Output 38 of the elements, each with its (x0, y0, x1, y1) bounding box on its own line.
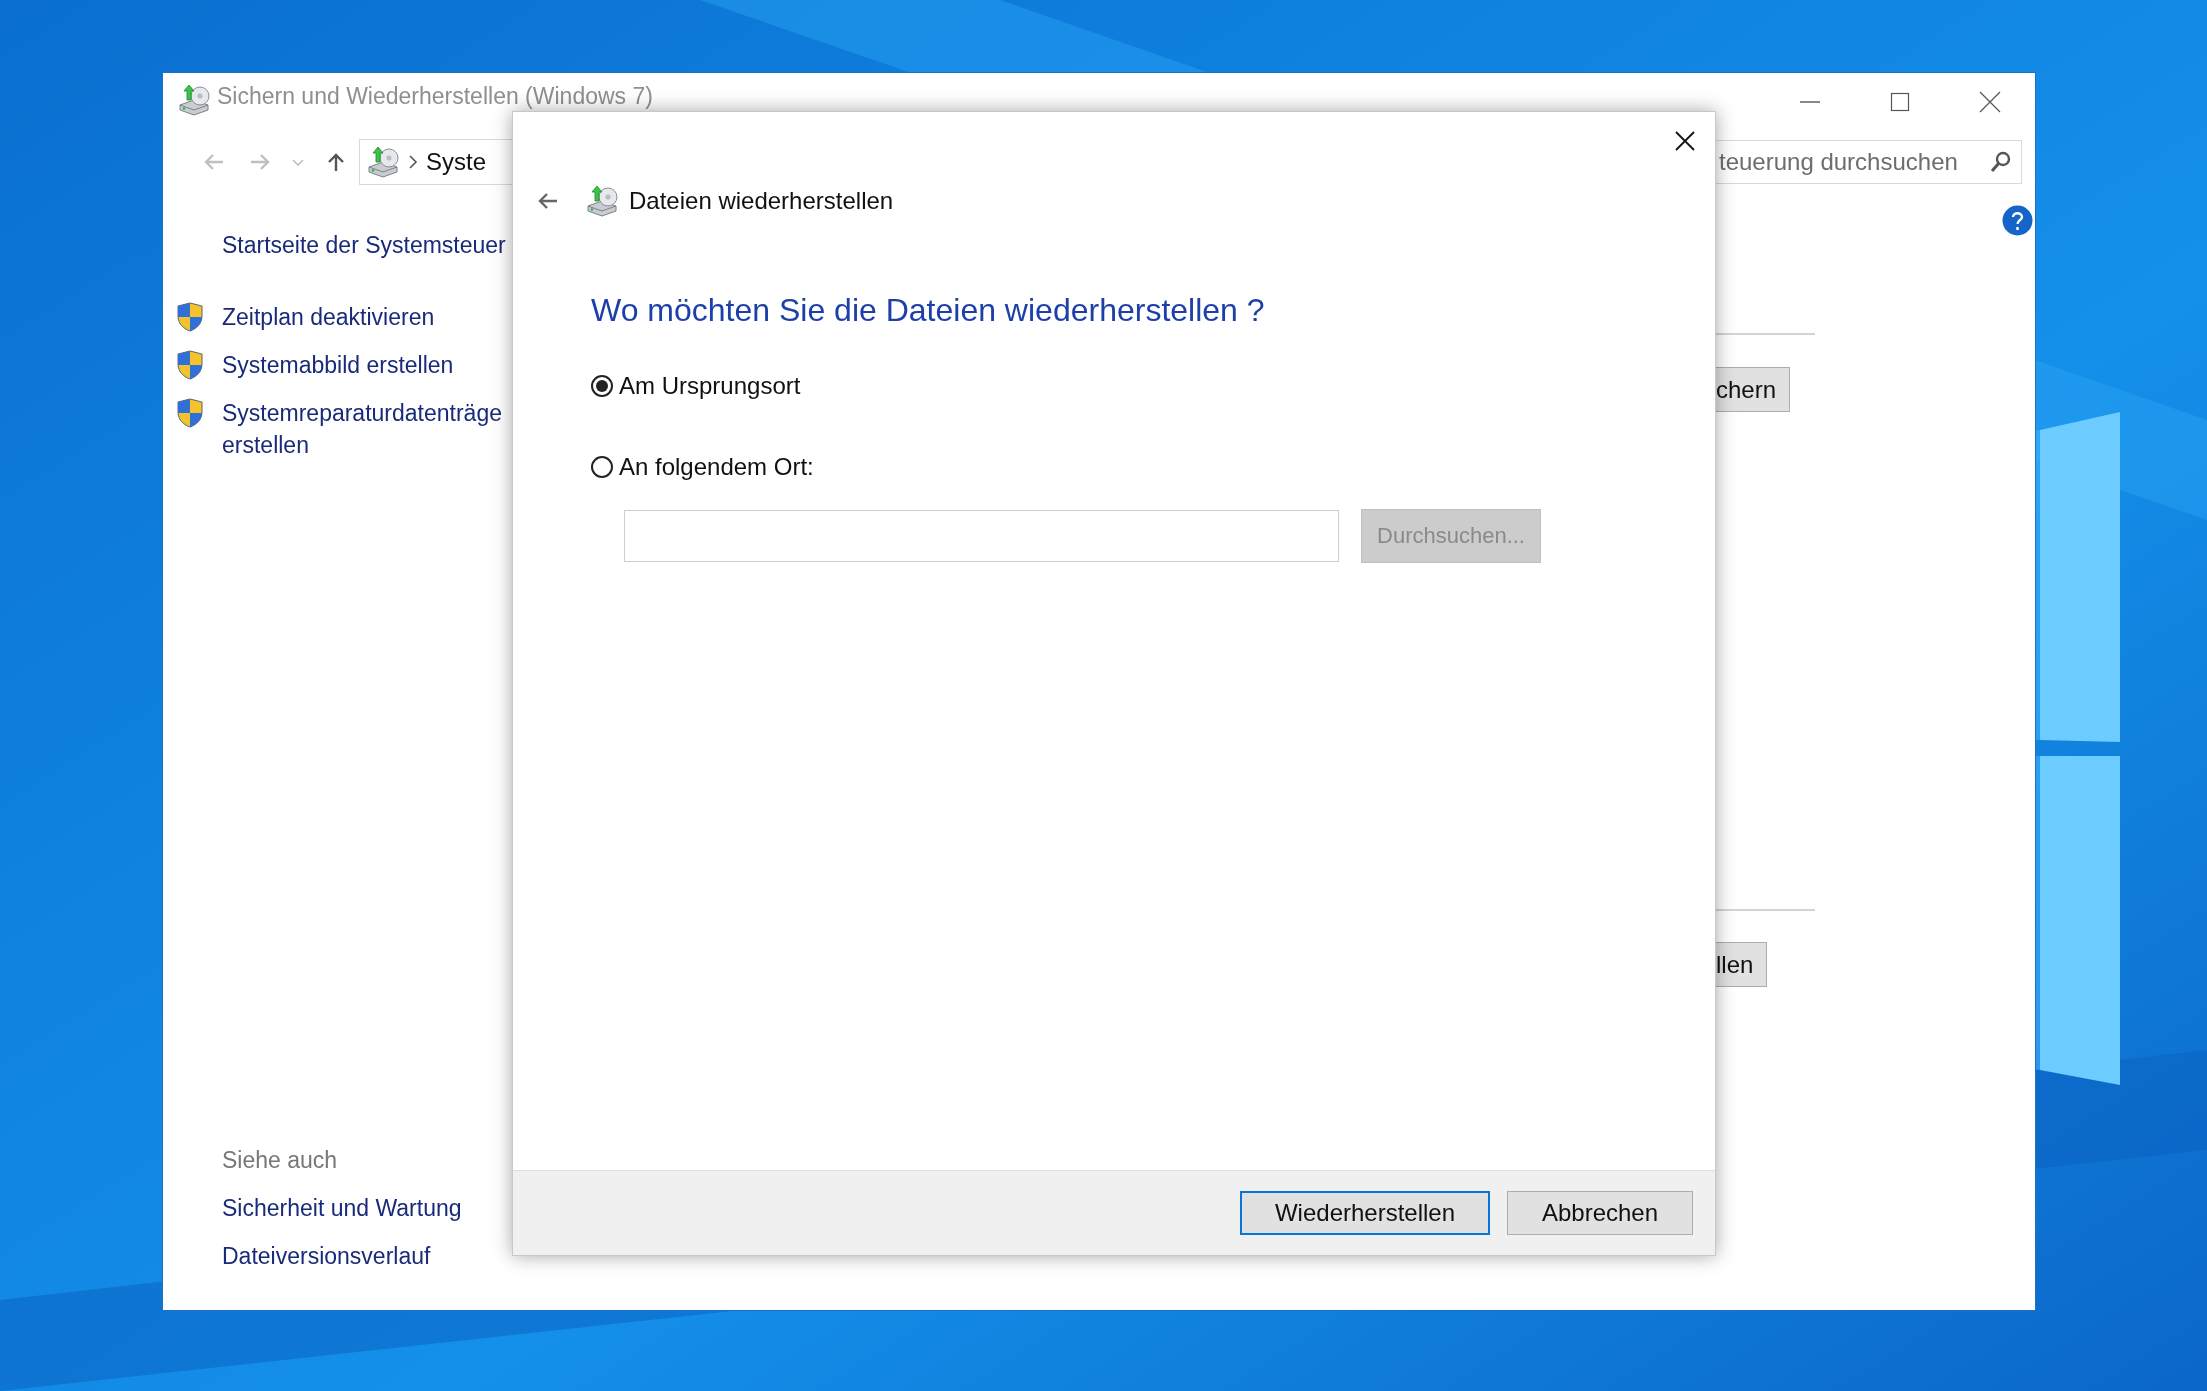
shield-icon (177, 398, 203, 428)
see-also-link[interactable]: Sicherheit und Wartung (222, 1192, 512, 1224)
option-label[interactable]: Am Ursprungsort (619, 372, 801, 400)
dialog-button[interactable]: Abbrechen (1507, 1191, 1693, 1235)
task-link[interactable]: Zeitplan deaktivieren (222, 301, 502, 333)
arrow-right-icon (249, 152, 271, 172)
breadcrumb[interactable]: Syste (426, 148, 487, 176)
radio-button[interactable] (591, 375, 613, 397)
dialog-title: Dateien wiederherstellen (629, 187, 894, 215)
see-also-link[interactable]: Dateiversionsverlauf (222, 1240, 512, 1272)
shield-icon (177, 302, 203, 332)
chevron-icon (408, 155, 418, 169)
minimize-icon (1800, 101, 1820, 103)
backup-drive-icon (366, 145, 400, 179)
radio-button[interactable] (591, 456, 613, 478)
task-link[interactable]: Systemreparaturdatenträge erstellen (222, 397, 502, 461)
option-label[interactable]: An folgendem Ort: (619, 453, 814, 481)
dialog-heading: Wo möchten Sie die Dateien wiederherstellen ? (591, 292, 1266, 329)
path-field[interactable] (624, 510, 1339, 562)
maximize-icon (1890, 92, 1910, 112)
dialog-button[interactable]: Wiederherstellen (1240, 1191, 1490, 1235)
shield-icon (177, 350, 203, 380)
home-link[interactable]: Startseite der Systemsteuer (163, 229, 512, 261)
arrow-left-icon (203, 152, 225, 172)
backup-drive-icon (585, 184, 619, 218)
action-button[interactable]: llen (1716, 942, 1768, 987)
search-icon (1990, 151, 2012, 173)
action-button[interactable]: chern (1716, 367, 1791, 412)
help-icon[interactable] (2002, 205, 2033, 236)
backup-drive-icon (177, 83, 211, 117)
close-icon (1979, 91, 2001, 113)
arrow-left-icon (537, 191, 559, 211)
close-icon (1675, 131, 1695, 151)
address-bar[interactable]: Syste (359, 139, 512, 185)
section-heading: Siehe auch (222, 1146, 339, 1175)
task-link[interactable]: Systemabbild erstellen (222, 349, 502, 381)
search-field[interactable]: teuerung durchsuchen (1716, 140, 2022, 184)
window-title: Sichern und Wiederherstellen (Windows 7) (217, 84, 654, 109)
